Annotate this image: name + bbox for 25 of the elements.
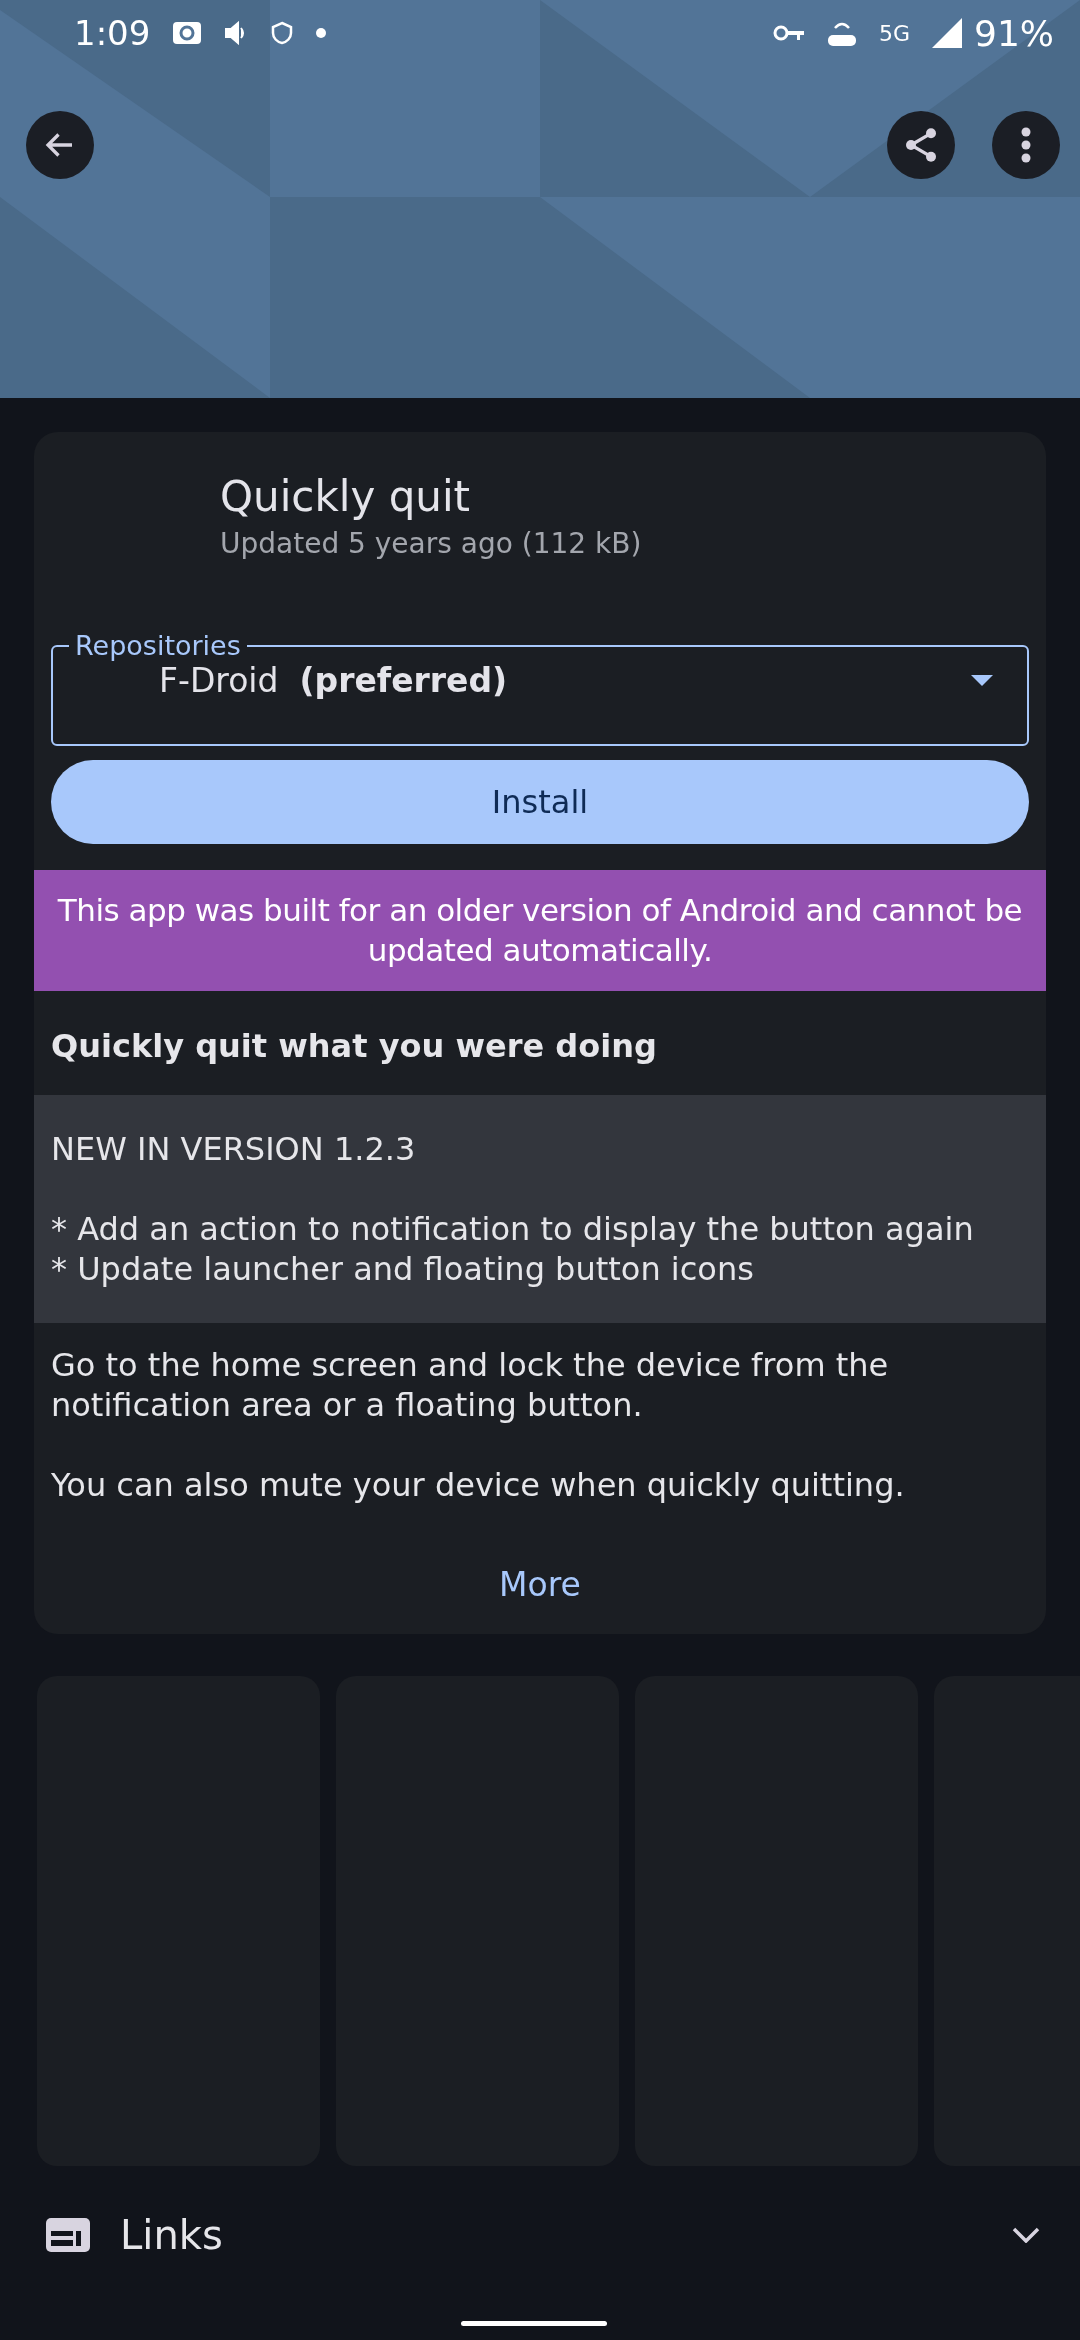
more-vertical-icon bbox=[1020, 127, 1032, 163]
links-icon bbox=[46, 2217, 90, 2252]
warning-banner: This app was built for an older version of Android and cannot be updated automatically. bbox=[34, 870, 1046, 991]
battery-level: 91% bbox=[974, 12, 1054, 54]
screen-record-icon bbox=[172, 21, 203, 45]
field-value: F-Droid (preferred) bbox=[159, 661, 509, 700]
key-icon bbox=[772, 24, 805, 42]
links-title[interactable]: Links bbox=[120, 2211, 982, 2258]
dropdown-arrow-icon bbox=[971, 675, 993, 686]
whats-new-text: * Add an action to notification to display the button again * Update launcher and floating button icons bbox=[51, 1208, 975, 1289]
signal-icon bbox=[932, 18, 962, 48]
expand-icon[interactable] bbox=[1012, 2226, 1040, 2243]
network-type: 5G bbox=[878, 20, 910, 46]
field-label: Repositories bbox=[74, 630, 242, 661]
app-name: Quickly quit bbox=[220, 472, 472, 521]
install-button[interactable]: Install bbox=[51, 760, 1029, 844]
whats-new-text: NEW IN VERSION 1.2.3 bbox=[51, 1128, 417, 1169]
status-time: 1:09 bbox=[74, 13, 151, 53]
more-link[interactable]: More bbox=[499, 1564, 581, 1604]
description-text: Go to the home screen and lock the device from the notification area or a floating button. bbox=[51, 1344, 890, 1425]
shield-icon bbox=[270, 21, 295, 45]
description-text: You can also mute your device when quickly quitting. bbox=[51, 1464, 906, 1505]
app-summary: Quickly quit what you were doing bbox=[50, 1025, 658, 1067]
dot-icon bbox=[316, 28, 327, 38]
app-update-info: Updated 5 years ago (112 kB) bbox=[220, 527, 643, 560]
